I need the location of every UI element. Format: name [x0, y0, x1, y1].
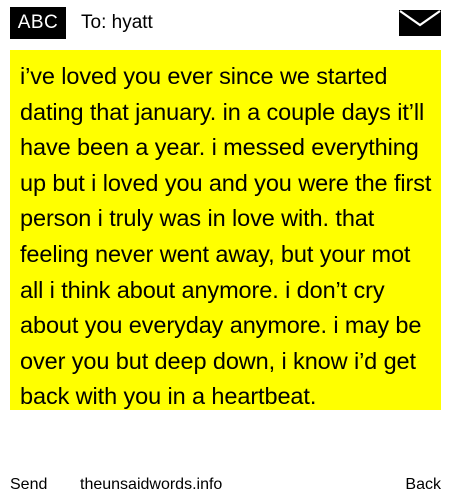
message-body[interactable]: i’ve loved you ever since we started dat… — [20, 59, 438, 415]
recipient-label: To: hyatt — [81, 12, 153, 33]
input-mode-badge[interactable]: ABC — [10, 7, 66, 39]
envelope-icon[interactable] — [398, 9, 442, 37]
site-label: theunsaidwords.info — [80, 476, 223, 493]
send-button[interactable]: Send — [10, 474, 47, 496]
softkey-bar: Send theunsaidwords.info Back — [0, 474, 450, 496]
back-button[interactable]: Back — [405, 474, 441, 496]
